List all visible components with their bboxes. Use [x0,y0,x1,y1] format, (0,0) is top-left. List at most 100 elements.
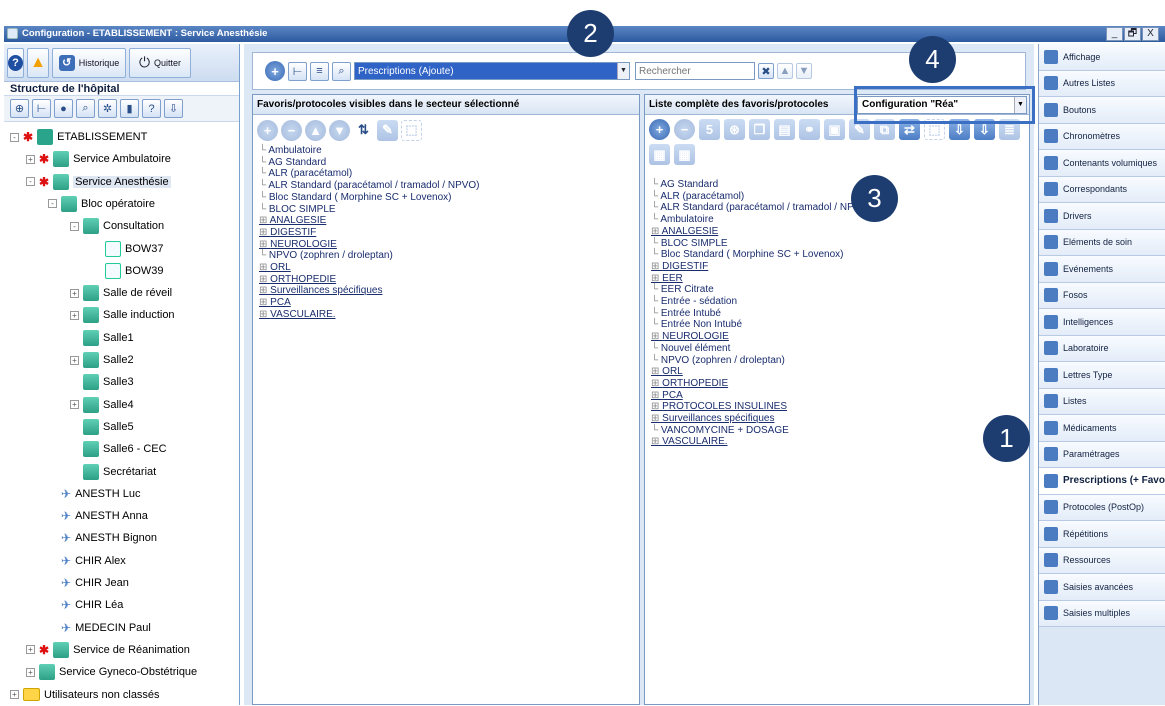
expand-icon[interactable]: ⊞ [259,274,270,285]
favorite-item[interactable]: └ ALR (paracétamol) [259,168,639,180]
search-input[interactable] [636,65,736,77]
tree-node[interactable]: ✈ ANESTH Luc [48,483,140,505]
category-letters[interactable]: Lettres Type [1039,362,1165,389]
collapse-icon[interactable]: - [10,132,19,142]
historique-button[interactable]: ↺ Historique [52,47,126,78]
favorite-item[interactable]: └ Bloc Standard ( Morphine SC + Lovenox) [259,192,639,204]
image-button[interactable]: ▣ [824,119,845,140]
add-button[interactable]: + [649,119,670,140]
collapse-icon[interactable]: - [48,199,57,209]
add-node-button[interactable]: ⊕ [10,99,29,118]
category-protocols[interactable]: Protocoles (PostOp) [1039,494,1165,521]
search-next-button[interactable]: ▼ [796,63,812,79]
favorite-group-item[interactable]: ⊞ DIGESTIF [259,227,639,239]
tree-node[interactable]: ✈ MEDECIN Paul [48,617,151,639]
favorite-group-item[interactable]: ⊞ PROTOCOLES INSULINES [651,401,1029,413]
category-repeat[interactable]: Répétitions [1039,521,1165,548]
tree-node[interactable]: ✈ CHIR Alex [48,550,126,572]
expand-icon[interactable]: ⊞ [651,331,662,342]
favorite-group-item[interactable]: ⊞ EER [651,273,1029,285]
expand-icon[interactable]: ⊞ [259,227,270,238]
category-events[interactable]: Evénements [1039,256,1165,283]
favorite-item[interactable]: └ Entrée Intubé [651,308,1029,320]
favorite-group-item[interactable]: ⊞ ANALGESIE [259,215,639,227]
favorite-item[interactable]: └ BLOC SIMPLE [259,204,639,216]
favorite-group-item[interactable]: ⊞ VASCULAIRE. [651,436,1029,448]
tree-node[interactable]: ✈ CHIR Léa [48,594,123,616]
user-button[interactable]: ● [54,99,73,118]
tree-node[interactable]: ✈ CHIR Jean [48,572,129,594]
favorite-item[interactable]: └ ALR (paracétamol) [651,191,1029,203]
tree-node[interactable]: + ✱ Service de Réanimation [26,639,190,661]
tree-node[interactable]: + Salle induction [70,304,175,326]
tree-node[interactable]: ✈ ANESTH Anna [48,505,148,527]
expand-icon[interactable]: + [26,667,35,677]
tree-node[interactable]: + Salle de réveil [70,282,172,304]
link-button[interactable]: ⚭ [799,119,820,140]
tree-node[interactable]: + ✱ Service Ambulatoire [26,148,171,170]
expand-icon[interactable]: ⊞ [651,273,662,284]
tree-node[interactable]: - Consultation [70,215,164,237]
favorite-group-item[interactable]: ⊞ DIGESTIF [651,261,1029,273]
tree-node[interactable]: BOW39 [92,260,164,282]
favorite-item[interactable]: └ Entrée - sédation [651,296,1029,308]
favorite-item[interactable]: └ Ambulatoire [259,145,639,157]
category-multi-entry[interactable]: Saisies multiples [1039,600,1165,627]
alert-button[interactable]: ▲ [27,47,49,78]
category-display[interactable]: Affichage [1039,44,1165,71]
favorite-group-item[interactable]: ⊞ ORL [259,262,639,274]
favorite-group-item[interactable]: ⊞ ORTHOPEDIE [259,274,639,286]
structure-view-button[interactable]: ≡ [310,61,329,81]
paste-button[interactable]: ▤ [774,119,795,140]
tree-node[interactable]: Salle3 [70,371,134,393]
expand-icon[interactable]: ⊞ [259,309,270,320]
add-favorite-button[interactable]: + [257,119,278,141]
close-button[interactable]: X [1142,27,1159,41]
expand-icon[interactable]: ⊞ [651,413,662,424]
collapse-icon[interactable]: - [26,177,35,187]
tree-view-button[interactable]: ⊢ [288,61,307,81]
favorite-group-item[interactable]: ⊞ PCA [651,390,1029,402]
tree-node[interactable]: Salle1 [70,327,134,349]
form-button[interactable]: ▦ [649,144,670,165]
favorite-group-item[interactable]: ⊞ VASCULAIRE. [259,309,639,321]
restore-button[interactable]: 🗗 [1124,27,1141,41]
favorite-group-item[interactable]: ⊞ ANALGESIE [651,226,1029,238]
favorite-item[interactable]: └ NPVO (zophren / droleptan) [651,355,1029,367]
favorite-item[interactable]: └ AG Standard [651,179,1029,191]
category-resources[interactable]: Ressources [1039,547,1165,574]
expand-icon[interactable]: ⊞ [259,262,270,273]
minimize-button[interactable]: _ [1106,27,1123,41]
expand-icon[interactable]: + [70,288,79,298]
copy-button[interactable]: ❐ [749,119,770,140]
help-button[interactable]: ? [7,47,24,78]
favorite-group-item[interactable]: ⊞ ORTHOPEDIE [651,378,1029,390]
expand-icon[interactable]: ⊞ [259,297,270,308]
tree-node[interactable]: BOW37 [92,238,164,260]
category-drivers[interactable]: Drivers [1039,203,1165,230]
favorite-item[interactable]: └ Ambulatoire [651,214,1029,226]
category-syringe[interactable]: Contenants volumiques [1039,150,1165,177]
search-node-button[interactable]: ⌕ [76,99,95,118]
search-field[interactable] [635,62,755,80]
tree-node[interactable]: Salle6 - CEC [70,438,167,460]
favorite-item[interactable]: └ Entrée Non Intubé [651,319,1029,331]
favorite-group-item[interactable]: ⊞ Surveillances spécifiques [259,285,639,297]
favorite-item[interactable]: └ AG Standard [259,157,639,169]
favorite-group-item[interactable]: ⊞ NEUROLOGIE [651,331,1029,343]
favorite-group-item[interactable]: ⊞ ORL [651,366,1029,378]
expand-icon[interactable]: + [70,400,79,410]
tree-node[interactable]: - ✱ Service Anesthésie [26,171,171,193]
expand-icon[interactable]: ⊞ [259,215,270,226]
expand-icon[interactable]: ⊞ [259,285,270,296]
favorite-group-item[interactable]: ⊞ PCA [259,297,639,309]
favorite-item[interactable]: └ Nouvel élément [651,343,1029,355]
move-down-button[interactable]: ▼ [329,119,350,141]
favorite-item[interactable]: └ ALR Standard (paracétamol / tramadol /… [651,202,1029,214]
favorite-item[interactable]: └ ALR Standard (paracétamol / tramadol /… [259,180,639,192]
expand-icon[interactable]: ⊞ [651,378,662,389]
grid-button[interactable]: ▦ [674,144,695,165]
category-care[interactable]: Eléments de soin [1039,229,1165,256]
select-button[interactable]: ⬚ [401,119,422,141]
expand-icon[interactable]: ⊞ [651,261,662,272]
